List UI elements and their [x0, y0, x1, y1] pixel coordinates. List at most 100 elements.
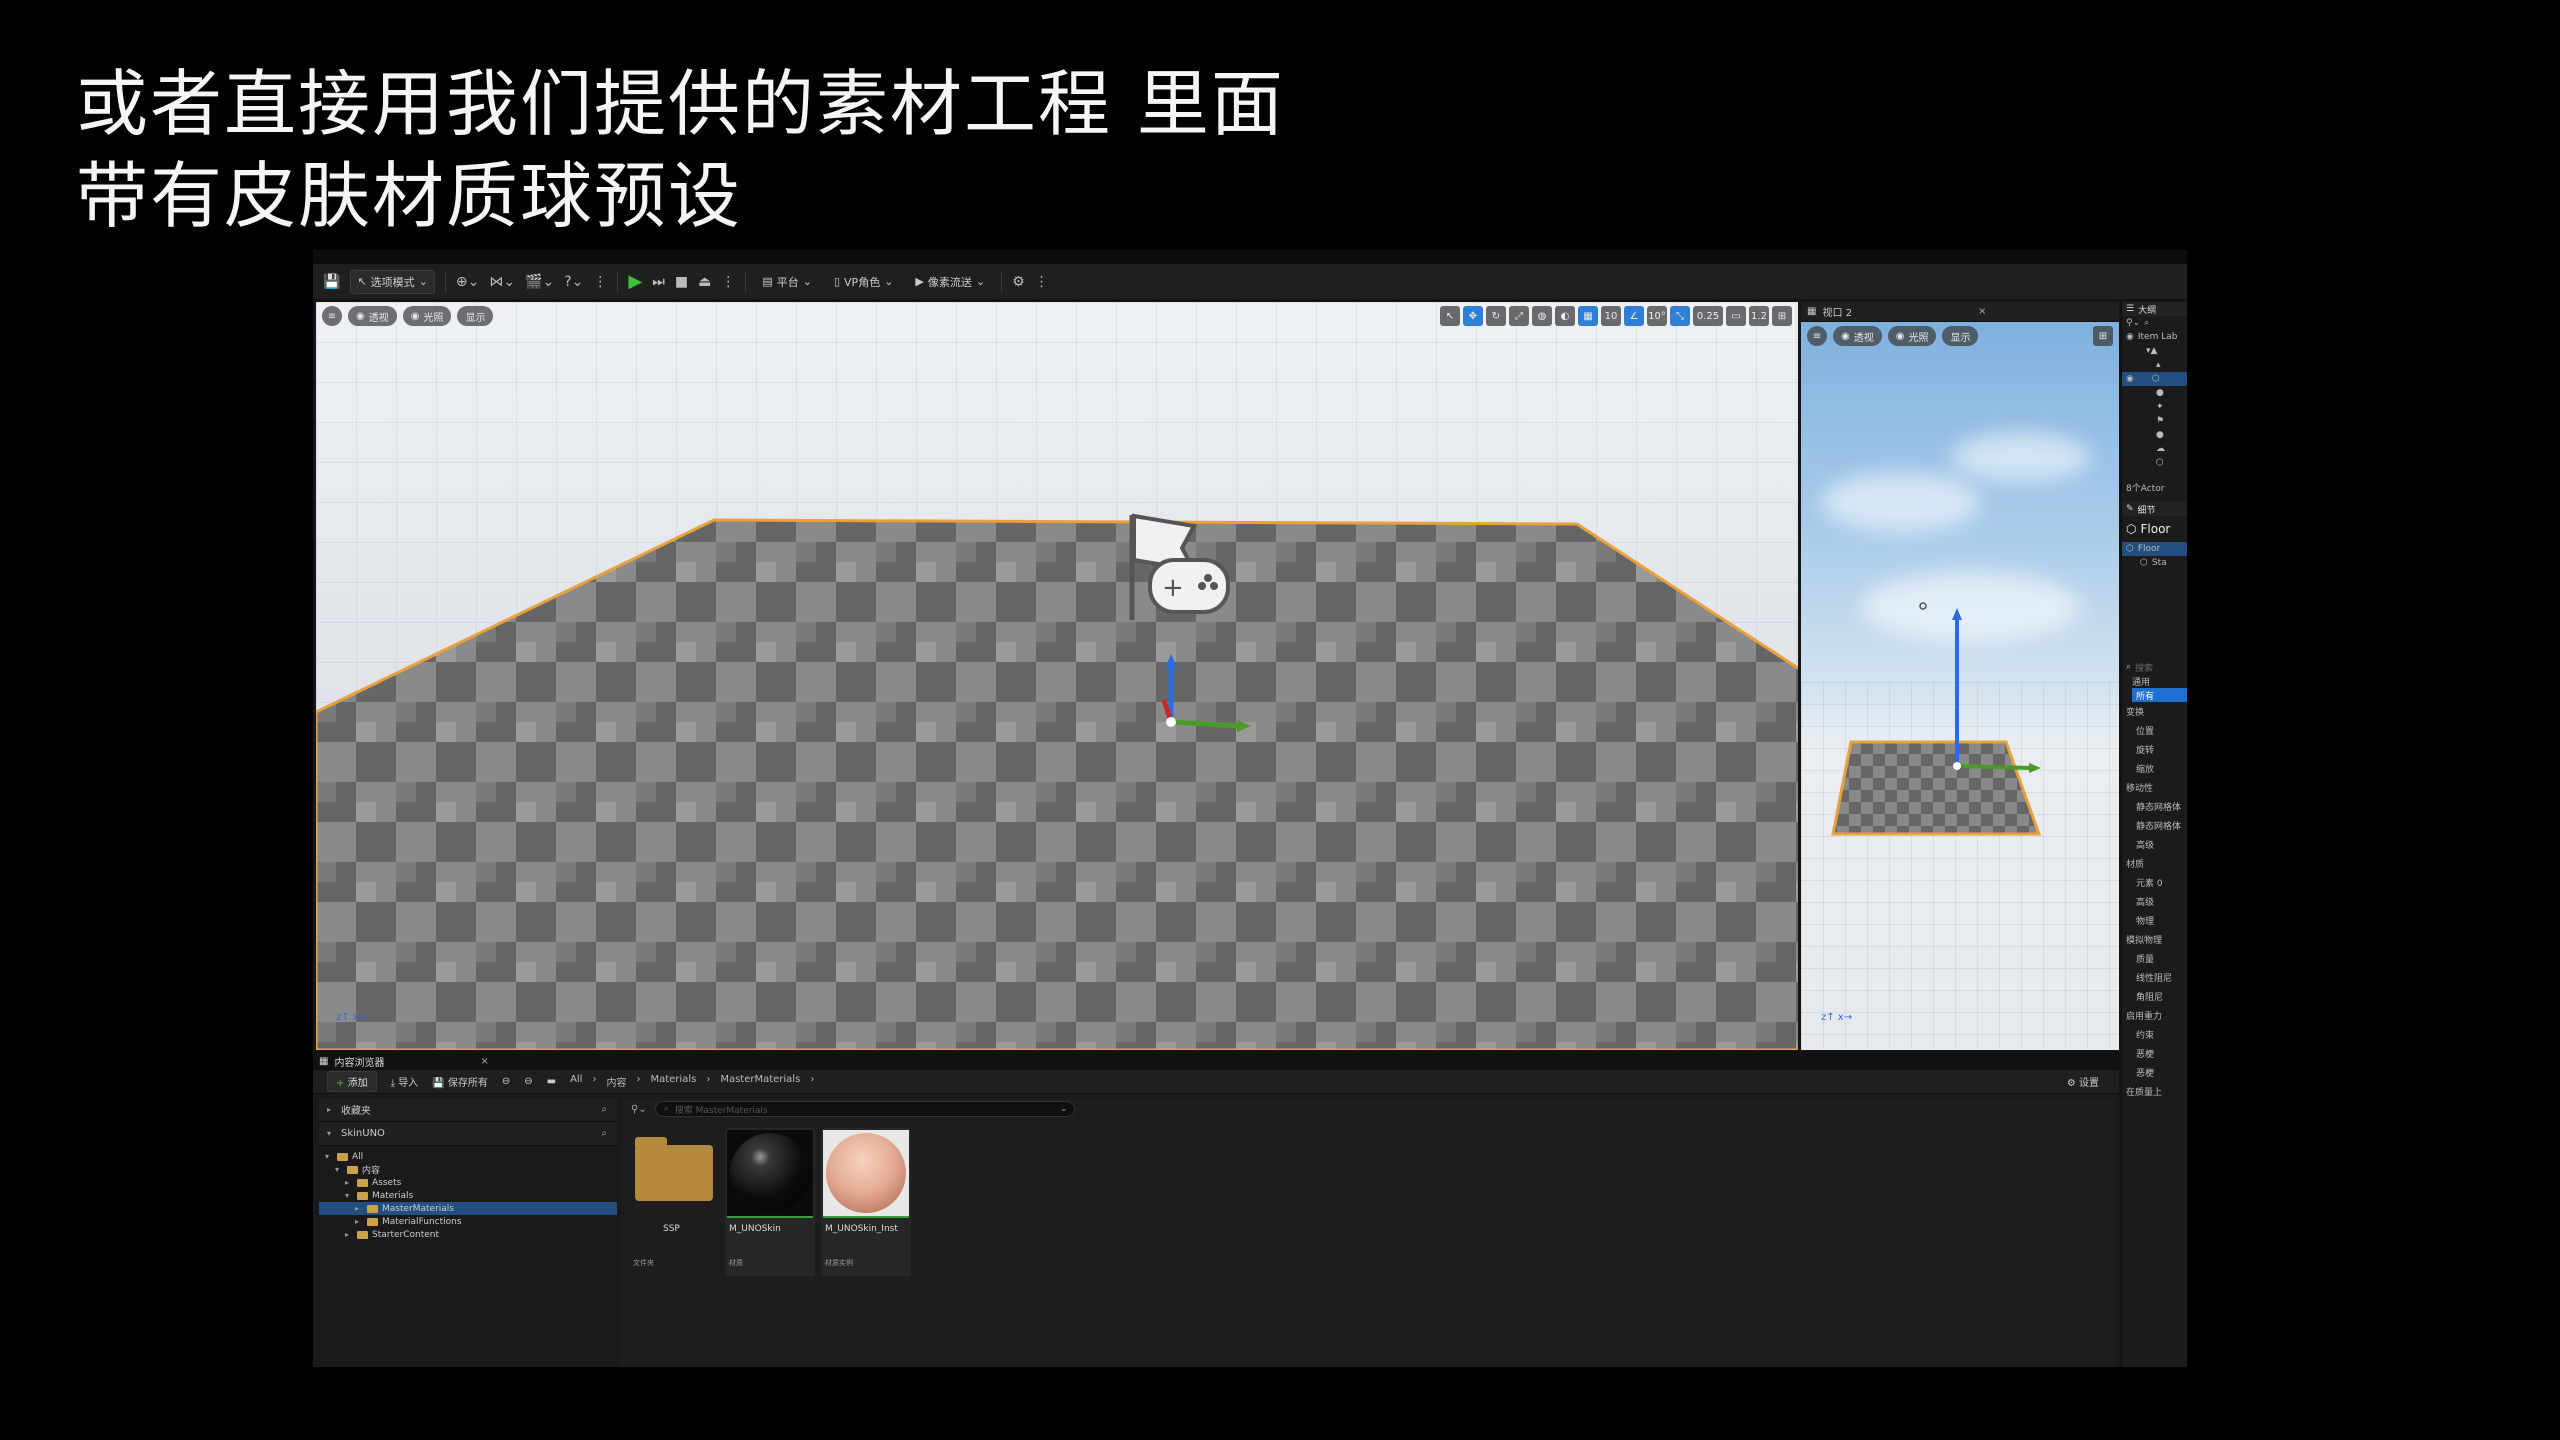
details-section-row[interactable]: 变换	[2122, 702, 2187, 721]
outliner-row-selected[interactable]: ◉ ⬡	[2122, 372, 2187, 386]
details-section-row[interactable]: 物理	[2122, 911, 2187, 930]
play-icon[interactable]: ▶	[628, 271, 642, 292]
details-section-row[interactable]: 元素 0	[2122, 873, 2187, 892]
viewport-menu-icon[interactable]: ≡	[322, 306, 342, 326]
vp-role-button[interactable]: ▯ VP角色 ⌄	[828, 271, 899, 293]
folder-tree-item[interactable]: ▸ StarterContent	[319, 1228, 617, 1241]
more-icon[interactable]: ⋮	[721, 274, 735, 290]
close-icon[interactable]: ×	[480, 1056, 488, 1067]
outliner-row[interactable]: ▴	[2122, 358, 2187, 372]
perspective-button[interactable]: ◉ 透视	[348, 306, 397, 326]
filter-all-button[interactable]: 所有	[2132, 688, 2187, 702]
details-section-row[interactable]: 静态网格体	[2122, 797, 2187, 816]
history-forward-icon[interactable]: ⊖	[524, 1076, 532, 1087]
rotate-tool-icon[interactable]: ↻	[1486, 306, 1506, 326]
chevron-icon[interactable]: ▾	[345, 1191, 353, 1200]
viewport2-tab[interactable]: ▦ 视口 2 ×	[1801, 302, 2119, 322]
outliner-row[interactable]: ●	[2122, 428, 2187, 442]
details-section-row[interactable]: 高级	[2122, 835, 2187, 854]
chevron-icon[interactable]: ▾	[325, 1152, 333, 1161]
search-icon[interactable]: ⌕	[601, 1104, 607, 1115]
camera-speed-icon[interactable]: ▭	[1726, 306, 1746, 326]
more-icon[interactable]: ⋮	[593, 274, 607, 290]
close-icon[interactable]: ×	[1978, 306, 1986, 317]
chevron-icon[interactable]: ▸	[355, 1204, 363, 1213]
folder-tree-item[interactable]: ▾ All	[319, 1150, 617, 1163]
outliner-row[interactable]: ▾▲	[2122, 344, 2187, 358]
project-section[interactable]: ▾ SkinUNO ⌕	[319, 1122, 617, 1146]
select-tool-icon[interactable]: ↖	[1440, 306, 1460, 326]
details-section-row[interactable]: 移动性	[2122, 778, 2187, 797]
maximize-viewport-icon[interactable]: ⊞	[2093, 326, 2113, 346]
outliner-row[interactable]: ⚑	[2122, 414, 2187, 428]
scale-snap-icon[interactable]: ⤡	[1670, 306, 1690, 326]
platforms-button[interactable]: ▤ 平台 ⌄	[756, 271, 818, 293]
details-section-row[interactable]: 静态网格体	[2122, 816, 2187, 835]
show-button[interactable]: 显示	[1942, 326, 1979, 346]
import-button[interactable]: ⤓ 导入	[391, 1074, 419, 1089]
outliner-filter-row[interactable]: ⚲⌄ ⌕	[2122, 316, 2187, 330]
breadcrumb-item[interactable]: MasterMaterials	[720, 1074, 800, 1089]
filter-icon[interactable]: ⚲⌄	[631, 1104, 647, 1115]
pixel-streaming-button[interactable]: ▶ 像素流送 ⌄	[909, 271, 991, 293]
chevron-icon[interactable]: ▸	[355, 1217, 363, 1226]
step-icon[interactable]: ⏭	[652, 274, 665, 290]
breadcrumb-item[interactable]: 内容	[606, 1074, 626, 1089]
folder-tree-item[interactable]: ▸ MasterMaterials	[319, 1202, 617, 1215]
settings-button[interactable]: ⚙ 设置	[2067, 1074, 2099, 1089]
favorites-section[interactable]: ▸ 收藏夹 ⌕	[319, 1098, 617, 1122]
grid-snap-icon[interactable]: ▦	[1578, 306, 1598, 326]
chevron-icon[interactable]: ▸	[345, 1230, 353, 1239]
stop-icon[interactable]: ■	[675, 274, 688, 290]
angle-snap-icon[interactable]: ∠	[1624, 306, 1644, 326]
details-section-row[interactable]: 角阻尼	[2122, 987, 2187, 1006]
cinematics-icon[interactable]: 🎬⌄	[525, 274, 554, 290]
help-icon[interactable]: ?⌄	[564, 274, 583, 290]
details-section-row[interactable]: 材质	[2122, 854, 2187, 873]
details-section-row[interactable]: 约束	[2122, 1025, 2187, 1044]
details-section-row[interactable]: 旋转	[2122, 740, 2187, 759]
perspective-button[interactable]: ◉ 透视	[1833, 326, 1882, 346]
asset-tile-material-instance[interactable]: M_UNOSkin_Inst 材质实例	[821, 1128, 911, 1276]
content-browser-tab[interactable]: ▦ 内容浏览器 ×	[313, 1052, 2119, 1070]
filter-general-button[interactable]: 通用	[2122, 674, 2187, 688]
select-mode-button[interactable]: ↖ 选项模式 ⌄	[350, 269, 435, 294]
scale-snap-value[interactable]: 0.25	[1693, 306, 1723, 326]
details-section-row[interactable]: 恶梗	[2122, 1044, 2187, 1063]
folder-tree-item[interactable]: ▾ Materials	[319, 1189, 617, 1202]
details-section-row[interactable]: 启用重力	[2122, 1006, 2187, 1025]
search-icon[interactable]: ⌕	[2144, 318, 2149, 328]
camera-speed-value[interactable]: 1.2	[1749, 306, 1769, 326]
settings-icon[interactable]: ⚙	[1012, 274, 1025, 290]
folder-tree-item[interactable]: ▾ 内容	[319, 1163, 617, 1176]
chevron-icon[interactable]: ▸	[345, 1178, 353, 1187]
add-actor-icon[interactable]: ⊕⌄	[456, 274, 479, 290]
save-all-button[interactable]: 💾 保存所有	[432, 1074, 488, 1089]
outliner-row[interactable]: ⬡	[2122, 456, 2187, 470]
folder-tree-item[interactable]: ▸ MaterialFunctions	[319, 1215, 617, 1228]
scale-tool-icon[interactable]: ⤢	[1509, 306, 1529, 326]
secondary-viewport-scene[interactable]: ≡ ◉ 透视 ◉ 光照 显示 ⊞ z↑ x→	[1801, 322, 2119, 1050]
add-button[interactable]: + 添加	[327, 1071, 377, 1092]
component-root[interactable]: ⬡ Floor	[2122, 542, 2187, 556]
history-back-icon[interactable]: ⊖	[502, 1076, 510, 1087]
move-tool-icon[interactable]: ✥	[1463, 306, 1483, 326]
search-icon[interactable]: ⌕	[601, 1128, 607, 1139]
breadcrumb-item[interactable]: Materials	[650, 1074, 696, 1089]
details-section-row[interactable]: 缩放	[2122, 759, 2187, 778]
angle-snap-value[interactable]: 10°	[1647, 306, 1667, 326]
outliner-row[interactable]: ●	[2122, 386, 2187, 400]
details-section-row[interactable]: 质量	[2122, 949, 2187, 968]
asset-tile-material[interactable]: M_UNOSkin 材质	[725, 1128, 815, 1276]
details-search[interactable]: ⌕ 搜索	[2122, 660, 2187, 674]
component-child[interactable]: ⬡ Sta	[2122, 556, 2187, 570]
surface-snap-icon[interactable]: ◐	[1555, 306, 1575, 326]
world-space-icon[interactable]: ◍	[1532, 306, 1552, 326]
folder-tree-item[interactable]: ▸ Assets	[319, 1176, 617, 1189]
floor-mesh-small[interactable]	[1801, 322, 2119, 1050]
floor-mesh[interactable]: +	[316, 302, 1798, 1050]
breadcrumb-item[interactable]: All	[570, 1074, 582, 1089]
secondary-viewport[interactable]: ▦ 视口 2 × ≡ ◉ 透视 ◉ 光照 显示 ⊞ z↑ x→	[1801, 302, 2119, 1050]
main-viewport[interactable]: + ≡ ◉ 透视 ◉ 光照 显示 ↖ ✥ ↻ ⤢ ◍ ◐ ▦ 10 ∠ 10° …	[316, 302, 1798, 1050]
details-section-row[interactable]: 恶梗	[2122, 1063, 2187, 1082]
